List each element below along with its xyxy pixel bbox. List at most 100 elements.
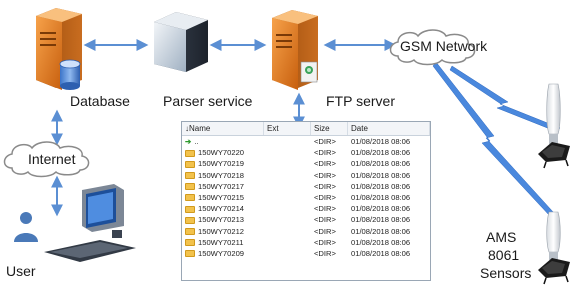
file-name-cell: 150WY70212 (182, 226, 264, 237)
wireless-bolt-1 (449, 65, 561, 132)
gsm-network-label: GSM Network (400, 38, 488, 54)
file-list-row[interactable]: 150WY70213 <DIR> 01/08/2018 08:06 (182, 214, 430, 225)
file-name-cell: 150WY70209 (182, 248, 264, 259)
parent-dir-arrow-icon: ➔ (185, 137, 192, 146)
file-size-cell: <DIR> (314, 181, 336, 191)
ftp-file-listing: ↓Name Ext Size Date ➔.. <DIR> 01/08/2018 0… (181, 121, 431, 281)
column-name-header[interactable]: ↓Name (182, 122, 264, 135)
parser-service-icon (154, 12, 208, 72)
file-date-cell: 01/08/2018 08:06 (351, 159, 411, 169)
file-ext-cell (264, 214, 311, 225)
file-name-cell: 150WY70220 (182, 147, 264, 158)
ams-sensors-label-line1: AMS (486, 229, 517, 245)
file-size-cell: <DIR> (314, 226, 336, 236)
file-size-cell: <DIR> (314, 170, 336, 180)
file-list-row[interactable]: 150WY70209 <DIR> 01/08/2018 08:06 (182, 248, 430, 259)
file-list-row[interactable]: 150WY70215 <DIR> 01/08/2018 08:06 (182, 192, 430, 203)
file-size-cell: <DIR> (314, 148, 336, 158)
file-date-cell: 01/08/2018 08:06 (351, 248, 411, 258)
file-name-cell: 150WY70219 (182, 158, 264, 169)
file-name-text: 150WY70214 (198, 204, 245, 214)
folder-icon (185, 183, 195, 191)
file-size-cell: <DIR> (314, 237, 336, 247)
folder-icon (185, 250, 195, 258)
file-list-row[interactable]: 150WY70218 <DIR> 01/08/2018 08:06 (182, 170, 430, 181)
column-size-header[interactable]: Size (311, 122, 348, 135)
file-date-cell: 01/08/2018 08:06 (351, 226, 411, 236)
file-name-text: 150WY70220 (198, 148, 245, 158)
file-ext-cell (264, 136, 311, 147)
file-ext-cell (264, 248, 311, 259)
parser-service-label: Parser service (163, 93, 253, 109)
file-list-row[interactable]: 150WY70212 <DIR> 01/08/2018 08:06 (182, 226, 430, 237)
file-ext-cell (264, 158, 311, 169)
file-name-cell: 150WY70218 (182, 170, 264, 181)
folder-icon (185, 228, 195, 235)
sensor-icon-2 (538, 211, 570, 285)
file-list-row[interactable]: ➔.. <DIR> 01/08/2018 08:06 (182, 136, 430, 147)
file-name-text: 150WY70213 (198, 215, 245, 225)
folder-icon (185, 216, 195, 224)
folder-icon (185, 149, 195, 157)
file-list-row[interactable]: 150WY70220 <DIR> 01/08/2018 08:06 (182, 147, 430, 158)
user-label: User (6, 263, 36, 279)
file-name-text: 150WY70218 (198, 170, 245, 180)
folder-icon (185, 239, 195, 247)
file-name-cell: 150WY70217 (182, 181, 264, 192)
file-size-cell: <DIR> (314, 204, 336, 214)
file-name-text: .. (194, 137, 199, 146)
file-name-text: 150WY70212 (198, 226, 245, 236)
wireless-links (432, 61, 561, 216)
file-name-cell: 150WY70211 (182, 237, 264, 248)
file-name-cell: ➔.. (182, 136, 264, 147)
column-ext-header[interactable]: Ext (264, 122, 311, 135)
internet-label: Internet (28, 151, 76, 167)
file-list-row[interactable]: 150WY70214 <DIR> 01/08/2018 08:06 (182, 203, 430, 214)
file-list-row[interactable]: 150WY70211 <DIR> 01/08/2018 08:06 (182, 237, 430, 248)
file-name-text: 150WY70219 (198, 159, 245, 169)
ams-sensors-label-line2: 8061 (488, 247, 520, 263)
file-size-cell: <DIR> (314, 159, 336, 169)
database-label: Database (70, 93, 130, 109)
wireless-bolt-2 (432, 61, 555, 216)
ams-sensors-label-line3: Sensors (480, 265, 532, 281)
ftp-server-label: FTP server (326, 93, 395, 109)
database-cylinder-icon (59, 59, 81, 90)
file-name-cell: 150WY70214 (182, 203, 264, 214)
folder-icon (185, 205, 195, 213)
file-list-rows: ➔.. <DIR> 01/08/2018 08:06 150WY70220 <DIR> 0… (182, 136, 430, 259)
file-date-cell: 01/08/2018 08:06 (351, 237, 411, 247)
folder-icon (185, 172, 195, 180)
file-date-cell: 01/08/2018 08:06 (351, 148, 411, 158)
column-date-header[interactable]: Date (348, 122, 430, 135)
file-name-text: 150WY70217 (198, 181, 245, 191)
file-ext-cell (264, 226, 311, 237)
file-list-row[interactable]: 150WY70217 <DIR> 01/08/2018 08:06 (182, 181, 430, 192)
file-date-cell: 01/08/2018 08:06 (351, 137, 411, 146)
file-size-cell: <DIR> (314, 248, 336, 258)
file-date-cell: 01/08/2018 08:06 (351, 204, 411, 214)
file-list-header: ↓Name Ext Size Date (182, 122, 430, 136)
file-name-cell: 150WY70215 (182, 192, 264, 203)
user-person-icon (14, 212, 38, 242)
file-date-cell: 01/08/2018 08:06 (351, 192, 411, 202)
file-size-cell: <DIR> (314, 215, 336, 225)
ftp-folder-icon (300, 61, 318, 83)
file-name-cell: 150WY70213 (182, 214, 264, 225)
file-size-cell: <DIR> (314, 192, 336, 202)
file-date-cell: 01/08/2018 08:06 (351, 170, 411, 180)
file-size-cell: <DIR> (314, 137, 336, 146)
file-ext-cell (264, 192, 311, 203)
file-ext-cell (264, 181, 311, 192)
file-name-text: 150WY70209 (198, 248, 245, 258)
file-ext-cell (264, 147, 311, 158)
file-date-cell: 01/08/2018 08:06 (351, 181, 411, 191)
file-name-text: 150WY70211 (198, 237, 244, 247)
file-name-text: 150WY70215 (198, 192, 245, 202)
file-ext-cell (264, 203, 311, 214)
file-list-row[interactable]: 150WY70219 <DIR> 01/08/2018 08:06 (182, 158, 430, 169)
file-ext-cell (264, 237, 311, 248)
folder-icon (185, 160, 195, 168)
file-date-cell: 01/08/2018 08:06 (351, 215, 411, 225)
file-ext-cell (264, 170, 311, 181)
